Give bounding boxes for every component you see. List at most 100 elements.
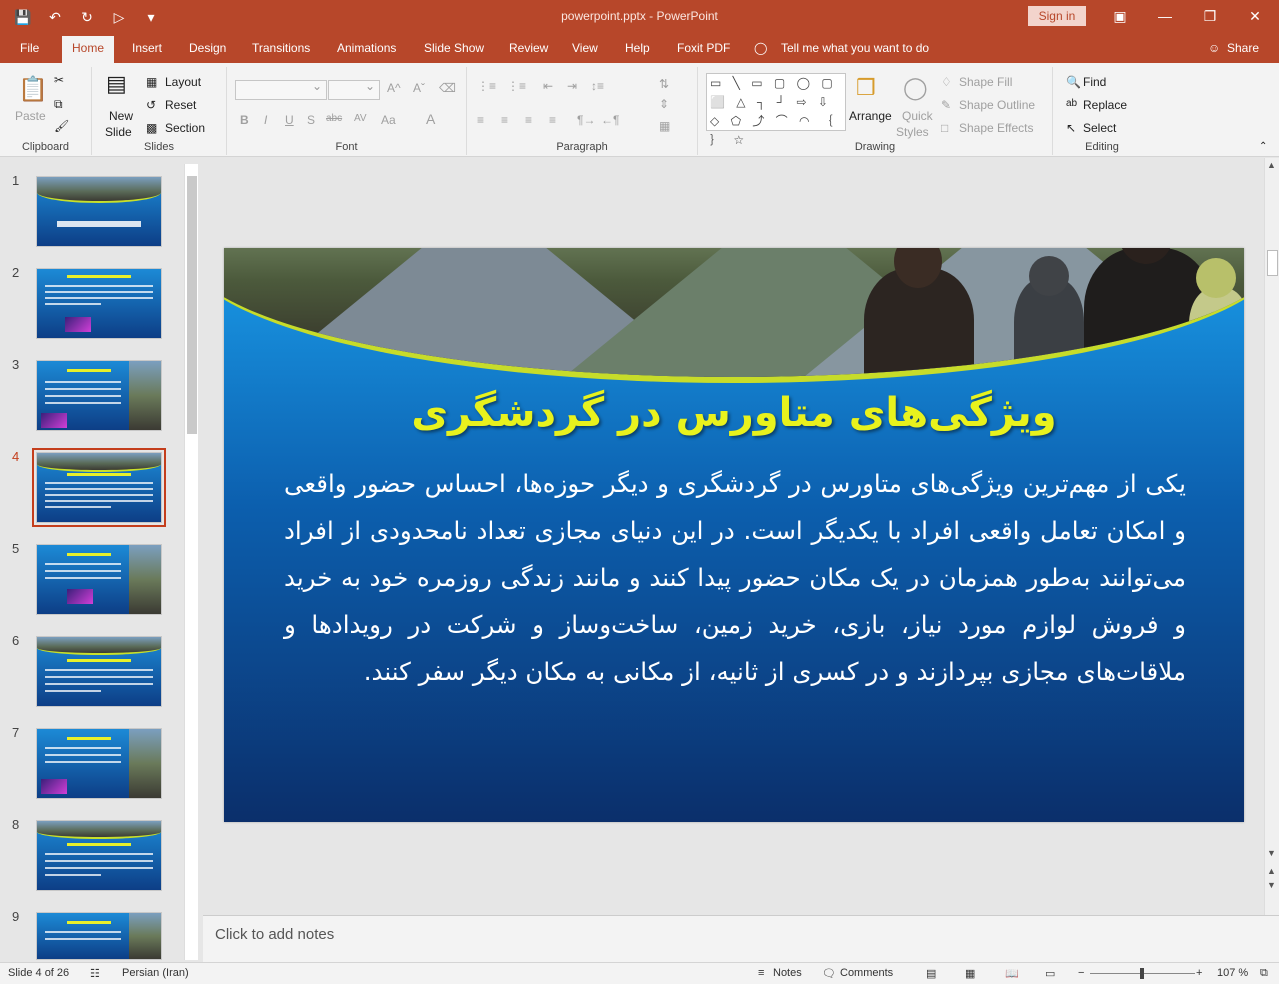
- slide-thumbnail-8[interactable]: [36, 820, 162, 891]
- zoom-level[interactable]: 107 %: [1217, 967, 1248, 979]
- tab-view[interactable]: View: [572, 41, 598, 55]
- character-spacing-button[interactable]: AV: [354, 113, 367, 124]
- tab-file[interactable]: File: [20, 41, 39, 55]
- slide-thumbnail-1[interactable]: [36, 176, 162, 247]
- slide-thumbnail-3[interactable]: [36, 360, 162, 431]
- share-button[interactable]: Share: [1227, 41, 1259, 55]
- shape-effects-button[interactable]: Shape Effects: [959, 121, 1034, 135]
- section-button[interactable]: Section: [165, 121, 205, 135]
- tab-design[interactable]: Design: [189, 41, 226, 55]
- tab-transitions[interactable]: Transitions: [252, 41, 310, 55]
- replace-button[interactable]: Replace: [1083, 98, 1127, 112]
- align-right-icon[interactable]: ≡: [525, 113, 532, 127]
- current-slide[interactable]: ویژگی‌های متاورس در گردشگری یکی از مهم‌ت…: [224, 248, 1244, 822]
- quick-styles-label-1[interactable]: Quick: [902, 109, 933, 123]
- font-size-combo[interactable]: [328, 79, 380, 100]
- slide-thumbnail-2[interactable]: [36, 268, 162, 339]
- reset-button[interactable]: Reset: [165, 98, 196, 112]
- minimize-icon[interactable]: —: [1145, 4, 1185, 28]
- justify-icon[interactable]: ≡: [549, 113, 556, 127]
- normal-view-icon[interactable]: ▤: [926, 967, 936, 980]
- shape-fill-button[interactable]: Shape Fill: [959, 75, 1012, 89]
- tab-insert[interactable]: Insert: [132, 41, 162, 55]
- strikethrough-button[interactable]: abc: [326, 113, 342, 124]
- zoom-out-icon[interactable]: −: [1078, 967, 1084, 979]
- font-name-combo[interactable]: [235, 79, 327, 100]
- increase-indent-icon[interactable]: ⇥: [567, 79, 577, 93]
- layout-button[interactable]: Layout: [165, 75, 201, 89]
- notes-placeholder[interactable]: Click to add notes: [215, 926, 334, 943]
- find-button[interactable]: Find: [1083, 75, 1106, 89]
- slide-thumbnail-5[interactable]: [36, 544, 162, 615]
- scroll-down-icon[interactable]: ▼: [1267, 848, 1276, 858]
- notes-icon[interactable]: ≡: [758, 967, 764, 979]
- decrease-font-icon[interactable]: Aˇ: [413, 81, 425, 95]
- tab-foxit-pdf[interactable]: Foxit PDF: [677, 41, 730, 55]
- collapse-ribbon-icon[interactable]: ⌃: [1259, 141, 1267, 152]
- line-spacing-icon[interactable]: ↕≡: [591, 79, 604, 93]
- reading-view-icon[interactable]: 📖: [1005, 967, 1019, 980]
- slide-thumbnail-7[interactable]: [36, 728, 162, 799]
- scroll-up-icon[interactable]: ▲: [1267, 160, 1276, 170]
- previous-slide-icon[interactable]: ▲: [1267, 866, 1276, 876]
- tell-me-search[interactable]: Tell me what you want to do: [781, 41, 929, 55]
- thumbnails-scrollbar[interactable]: [184, 164, 198, 960]
- slide-thumbnail-6[interactable]: [36, 636, 162, 707]
- zoom-in-icon[interactable]: +: [1196, 967, 1202, 979]
- comments-button[interactable]: Comments: [840, 967, 893, 979]
- align-text-icon[interactable]: ⇕: [659, 97, 669, 111]
- restore-icon[interactable]: ❐: [1190, 4, 1230, 28]
- increase-font-icon[interactable]: A^: [387, 81, 401, 95]
- change-case-button[interactable]: Aa: [381, 113, 396, 127]
- shadow-button[interactable]: S: [307, 113, 315, 127]
- shape-outline-button[interactable]: Shape Outline: [959, 98, 1035, 112]
- shapes-gallery[interactable]: ▭ ╲ ▭ ▢ ◯ ▢ ⬜ △ ┐ ┘ ⇨ ⇩ ◇ ⬠ ⤴ ⌒ ◠ ｛ ｝ ☆: [706, 73, 846, 147]
- sign-in-button[interactable]: Sign in: [1028, 6, 1086, 26]
- tab-home[interactable]: Home: [62, 36, 115, 63]
- scrollbar-thumb[interactable]: [1267, 250, 1278, 276]
- quick-styles-label-2[interactable]: Styles: [896, 125, 929, 139]
- slide-title[interactable]: ویژگی‌های متاورس در گردشگری: [224, 390, 1244, 436]
- italic-button[interactable]: I: [264, 113, 267, 127]
- new-slide-icon[interactable]: ▤: [106, 71, 127, 97]
- new-slide-label-1[interactable]: New: [109, 109, 133, 123]
- cut-icon[interactable]: ✂: [54, 73, 64, 87]
- align-center-icon[interactable]: ≡: [501, 113, 508, 127]
- smartart-icon[interactable]: ▦: [659, 119, 670, 133]
- paste-button[interactable]: Paste: [15, 109, 46, 123]
- copy-icon[interactable]: ⧉: [54, 97, 63, 112]
- zoom-slider-handle[interactable]: [1140, 968, 1144, 979]
- bullets-icon[interactable]: ⋮≡: [477, 79, 496, 93]
- tab-slide-show[interactable]: Slide Show: [424, 41, 484, 55]
- paste-icon[interactable]: 📋: [18, 75, 48, 104]
- underline-button[interactable]: U: [285, 113, 294, 127]
- language-indicator[interactable]: Persian (Iran): [122, 967, 189, 979]
- tab-help[interactable]: Help: [625, 41, 650, 55]
- rtl-direction-icon[interactable]: ←¶: [601, 113, 619, 127]
- notes-button[interactable]: Notes: [773, 967, 802, 979]
- text-direction-icon[interactable]: ⇅: [659, 77, 669, 91]
- arrange-icon[interactable]: ❒: [856, 75, 876, 101]
- close-icon[interactable]: ✕: [1235, 4, 1275, 28]
- slide-body-text[interactable]: یکی از مهم‌ترین ویژگی‌های متاورس در گردش…: [284, 460, 1186, 695]
- numbering-icon[interactable]: ⋮≡: [507, 79, 526, 93]
- notes-pane[interactable]: Click to add notes: [203, 915, 1279, 962]
- arrange-button[interactable]: Arrange: [849, 109, 892, 123]
- align-left-icon[interactable]: ≡: [477, 113, 484, 127]
- fit-to-window-icon[interactable]: ⧉: [1260, 967, 1268, 980]
- slide-thumbnail-4[interactable]: [32, 448, 166, 527]
- format-painter-icon[interactable]: 🖌: [54, 119, 69, 133]
- next-slide-icon[interactable]: ▼: [1267, 880, 1276, 890]
- slide-show-icon[interactable]: ▭: [1045, 967, 1055, 980]
- quick-styles-icon[interactable]: ◯: [903, 75, 928, 101]
- tab-review[interactable]: Review: [509, 41, 548, 55]
- select-button[interactable]: Select: [1083, 121, 1116, 135]
- scrollbar-thumb[interactable]: [187, 176, 197, 434]
- editor-scrollbar[interactable]: ▲ ▼ ▲ ▼: [1264, 158, 1279, 915]
- tab-animations[interactable]: Animations: [337, 41, 396, 55]
- decrease-indent-icon[interactable]: ⇤: [543, 79, 553, 93]
- slide-sorter-icon[interactable]: ▦: [965, 967, 975, 980]
- slide-thumbnail-9[interactable]: [36, 912, 162, 960]
- clear-formatting-icon[interactable]: ⌫: [439, 81, 456, 95]
- comments-icon[interactable]: 🗨: [822, 967, 836, 980]
